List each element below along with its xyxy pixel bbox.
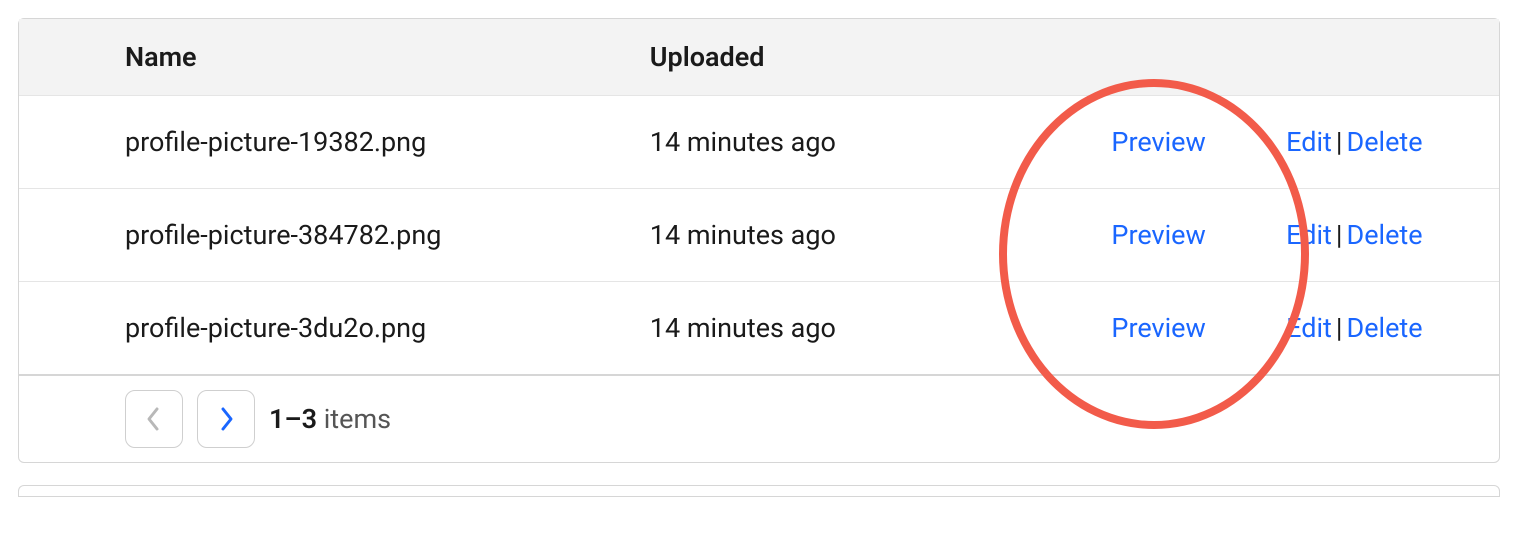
preview-link[interactable]: Preview xyxy=(1111,126,1205,158)
column-header-name: Name xyxy=(19,19,626,96)
edit-link[interactable]: Edit xyxy=(1286,312,1332,344)
edit-link[interactable]: Edit xyxy=(1286,219,1332,251)
cell-name: profile-picture-3du2o.png xyxy=(19,282,626,376)
cell-name: profile-picture-19382.png xyxy=(19,96,626,189)
column-header-preview xyxy=(1055,19,1262,96)
table-row: profile-picture-19382.png14 minutes ago P… xyxy=(19,96,1499,189)
column-header-uploaded: Uploaded xyxy=(626,19,1055,96)
pagination-range: 1–3 xyxy=(269,403,317,435)
pagination-items-label: items xyxy=(317,403,391,435)
action-separator: | xyxy=(1332,126,1347,158)
cell-preview: Preview xyxy=(1055,282,1262,376)
files-panel: Name Uploaded profile-picture-19382.png1… xyxy=(18,18,1500,463)
files-table: Name Uploaded profile-picture-19382.png1… xyxy=(19,19,1499,462)
cell-uploaded: 14 minutes ago xyxy=(626,282,1055,376)
cell-actions: Edit|Delete xyxy=(1262,282,1499,376)
pagination-row: 1–3 items xyxy=(19,375,1499,462)
edit-link[interactable]: Edit xyxy=(1286,126,1332,158)
column-header-actions xyxy=(1262,19,1499,96)
preview-link[interactable]: Preview xyxy=(1111,312,1205,344)
table-header-row: Name Uploaded xyxy=(19,19,1499,96)
chevron-left-icon xyxy=(144,405,164,433)
secondary-panel xyxy=(18,485,1500,497)
cell-uploaded: 14 minutes ago xyxy=(626,96,1055,189)
delete-link[interactable]: Delete xyxy=(1347,219,1423,251)
cell-preview: Preview xyxy=(1055,189,1262,282)
action-separator: | xyxy=(1332,312,1347,344)
table-row: profile-picture-3du2o.png14 minutes ago P… xyxy=(19,282,1499,376)
cell-name: profile-picture-384782.png xyxy=(19,189,626,282)
delete-link[interactable]: Delete xyxy=(1347,126,1423,158)
cell-actions: Edit|Delete xyxy=(1262,189,1499,282)
pagination-summary: 1–3 items xyxy=(269,403,391,435)
table-row: profile-picture-384782.png14 minutes ago… xyxy=(19,189,1499,282)
previous-page-button[interactable] xyxy=(125,390,183,448)
next-page-button[interactable] xyxy=(197,390,255,448)
cell-actions: Edit|Delete xyxy=(1262,96,1499,189)
preview-link[interactable]: Preview xyxy=(1111,219,1205,251)
pagination: 1–3 items xyxy=(125,390,1479,448)
delete-link[interactable]: Delete xyxy=(1347,312,1423,344)
cell-uploaded: 14 minutes ago xyxy=(626,189,1055,282)
cell-preview: Preview xyxy=(1055,96,1262,189)
action-separator: | xyxy=(1332,219,1347,251)
chevron-right-icon xyxy=(216,405,236,433)
